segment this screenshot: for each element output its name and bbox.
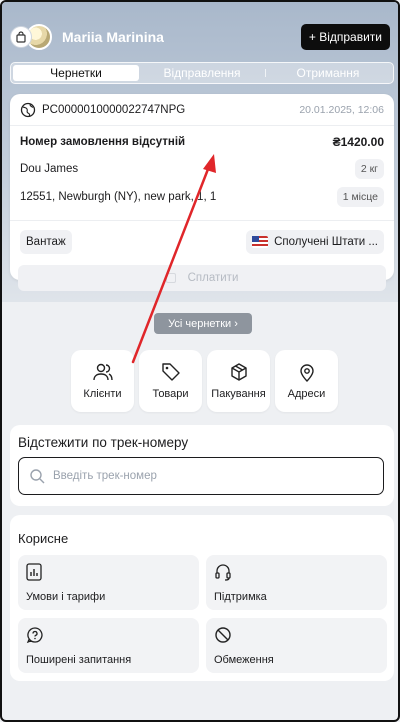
app-screen: Mariia Marinina + Відправити Чернетки Ві… bbox=[0, 0, 400, 722]
divider bbox=[10, 220, 394, 221]
tab-receiving[interactable]: Отримання bbox=[265, 65, 391, 81]
question-icon bbox=[26, 627, 43, 644]
recipient-name: Dou James bbox=[20, 163, 79, 175]
tag-icon bbox=[161, 363, 180, 381]
all-drafts-button[interactable]: Усі чернетки › bbox=[154, 313, 252, 334]
search-icon bbox=[30, 469, 45, 484]
useful-faq[interactable]: Поширені запитання bbox=[18, 618, 199, 673]
useful-item-label: Умови і тарифи bbox=[26, 591, 106, 603]
recipient-row: Dou James 2 кг bbox=[10, 156, 394, 182]
tracking-title: Відстежити по трек-номеру bbox=[18, 435, 189, 450]
chart-icon bbox=[26, 563, 42, 581]
quick-action-label: Пакування bbox=[211, 388, 266, 400]
restriction-icon bbox=[215, 627, 231, 643]
useful-item-label: Обмеження bbox=[214, 654, 274, 666]
details-row: Вантаж Сполучені Штати ... bbox=[10, 227, 394, 257]
top-bar: Mariia Marinina + Відправити bbox=[10, 22, 390, 52]
pay-button[interactable]: Сплатити bbox=[18, 265, 386, 291]
country-chip: Сполучені Штати ... bbox=[246, 230, 384, 254]
weight-badge: 2 кг bbox=[354, 159, 384, 179]
quick-action-label: Клієнти bbox=[83, 388, 122, 400]
quick-action-label: Адреси bbox=[287, 388, 326, 400]
order-row: Номер замовлення відсутній ₴1420.00 bbox=[10, 128, 394, 156]
draft-date: 20.01.2025, 12:06 bbox=[299, 103, 384, 116]
address-row: 12551, Newburgh (NY), new park, 1, 1 1 м… bbox=[10, 182, 394, 212]
useful-restrictions[interactable]: Обмеження bbox=[206, 618, 387, 673]
order-amount: ₴1420.00 bbox=[332, 135, 384, 149]
shipment-tabs: Чернетки Відправлення Отримання bbox=[10, 62, 394, 84]
quick-action-label: Товари bbox=[152, 388, 189, 400]
tracking-number-input[interactable] bbox=[53, 470, 353, 482]
pay-button-label: Сплатити bbox=[187, 272, 239, 284]
quick-action-products[interactable]: Товари bbox=[139, 350, 202, 412]
headset-icon bbox=[215, 564, 231, 581]
map-pin-icon bbox=[299, 364, 314, 382]
places-badge: 1 місце bbox=[336, 187, 384, 207]
quick-action-clients[interactable]: Клієнти bbox=[71, 350, 134, 412]
user-name: Mariia Marinina bbox=[62, 29, 164, 45]
send-button[interactable]: + Відправити bbox=[300, 24, 390, 50]
draft-id: PC0000010000022747NPG bbox=[42, 103, 186, 116]
quick-action-packaging[interactable]: Пакування bbox=[207, 350, 270, 412]
useful-section: Корисне Умови і тарифи Підтримка Поширен… bbox=[10, 515, 394, 681]
quick-action-addresses[interactable]: Адреси bbox=[275, 350, 338, 412]
useful-item-label: Підтримка bbox=[214, 591, 267, 603]
users-icon bbox=[92, 363, 113, 381]
useful-title: Корисне bbox=[18, 531, 69, 546]
globe-icon bbox=[20, 102, 36, 117]
recipient-address: 12551, Newburgh (NY), new park, 1, 1 bbox=[20, 191, 217, 203]
tracking-section: Відстежити по трек-номеру bbox=[10, 425, 394, 506]
tab-shipments[interactable]: Відправлення bbox=[139, 65, 265, 81]
tracking-search-box[interactable] bbox=[18, 457, 384, 495]
tab-drafts[interactable]: Чернетки bbox=[13, 65, 139, 81]
draft-card-header: PC0000010000022747NPG 20.01.2025, 12:06 bbox=[10, 94, 394, 126]
useful-terms-tariffs[interactable]: Умови і тарифи bbox=[18, 555, 199, 610]
box-icon bbox=[230, 363, 247, 381]
us-flag-icon bbox=[252, 236, 269, 248]
bag-icon[interactable] bbox=[10, 26, 32, 48]
cargo-type-chip: Вантаж bbox=[20, 230, 72, 254]
draft-card[interactable]: PC0000010000022747NPG 20.01.2025, 12:06 … bbox=[10, 94, 394, 291]
checkbox-icon[interactable] bbox=[165, 273, 176, 283]
order-title: Номер замовлення відсутній bbox=[20, 136, 186, 148]
quick-actions: Клієнти Товари Пакування Адреси bbox=[71, 350, 338, 412]
useful-item-label: Поширені запитання bbox=[26, 654, 132, 666]
country-name: Сполучені Штати ... bbox=[274, 236, 378, 248]
useful-support[interactable]: Підтримка bbox=[206, 555, 387, 610]
